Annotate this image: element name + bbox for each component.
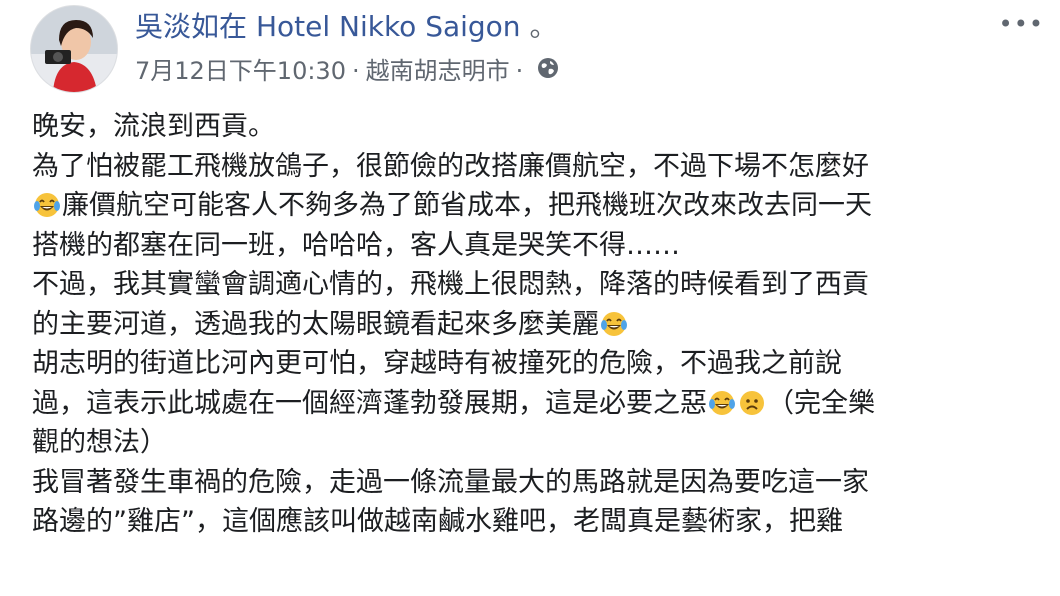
post-text-line: 胡志明的街道比河內更可怕，穿越時有被撞死的危險，不過我之前說 bbox=[32, 344, 1042, 384]
post-text-line: 的主要河道，透過我的太陽眼鏡看起來多麼美麗 bbox=[32, 305, 1042, 345]
post-text-segment: 我冒著發生車禍的危險，走過一條流量最大的馬路就是因為要吃這一家 bbox=[32, 466, 869, 498]
post-text-line: 為了怕被罷工飛機放鴿子，很節儉的改搭廉價航空，不過下場不怎麼好 bbox=[32, 147, 1042, 187]
post-text-line: 路邊的”雞店”，這個應該叫做越南鹹水雞吧，老闆真是藝術家，把雞 bbox=[32, 502, 1042, 542]
post-text-line: 晚安，流浪到西貢。 bbox=[32, 107, 1042, 147]
post-body: 晚安，流浪到西貢。為了怕被罷工飛機放鴿子，很節儉的改搭廉價航空，不過下場不怎麼好… bbox=[32, 107, 1042, 542]
meta-separator-2: · bbox=[515, 57, 524, 85]
post-header-title: 吳淡如在 Hotel Nikko Saigon 。 bbox=[135, 8, 557, 46]
avatar[interactable] bbox=[30, 5, 118, 93]
post-text-line: 過，這表示此城處在一個經濟蓬勃發展期，這是必要之惡 （完全樂 bbox=[32, 384, 1042, 424]
post-text-segment: 廉價航空可能客人不夠多為了節省成本，把飛機班次改來改去同一天 bbox=[62, 190, 872, 221]
more-options-button[interactable]: ••• bbox=[999, 10, 1044, 38]
post-text-segment: 不過，我其實蠻會調適心情的，飛機上很悶熱，降落的時候看到了西貢 bbox=[32, 269, 869, 300]
post-text-line: 觀的想法） bbox=[32, 423, 1042, 463]
tears-of-joy-emoji-icon bbox=[708, 389, 736, 417]
post-text-segment: （完全樂 bbox=[767, 387, 875, 419]
author-name[interactable]: 吳淡如 bbox=[135, 10, 219, 43]
post-text-segment: 為了怕被罷工飛機放鴿子，很節儉的改搭廉價航空，不過下場不怎麼好 bbox=[32, 150, 869, 182]
post-text-segment: 胡志明的街道比河內更可怕，穿越時有被撞死的危險，不過我之前說 bbox=[32, 348, 842, 379]
place-link[interactable]: Hotel Nikko Saigon bbox=[256, 10, 521, 43]
globe-icon bbox=[537, 54, 559, 88]
location-link[interactable]: 越南胡志明市 bbox=[366, 54, 510, 88]
post-text-line: 不過，我其實蠻會調適心情的，飛機上很悶熱，降落的時候看到了西貢 bbox=[32, 265, 1042, 305]
post-text-segment: 路邊的”雞店”，這個應該叫做越南鹹水雞吧，老闆真是藝術家，把雞 bbox=[32, 506, 843, 537]
title-period: 。 bbox=[529, 10, 558, 43]
post-text-line: 廉價航空可能客人不夠多為了節省成本，把飛機班次改來改去同一天 bbox=[32, 186, 1042, 226]
post-meta: 7月12日下午10:30 · 越南胡志明市 · bbox=[135, 54, 559, 88]
tears-of-joy-emoji-icon bbox=[600, 310, 628, 338]
post-text-segment: 的主要河道，透過我的太陽眼鏡看起來多麼美麗 bbox=[32, 308, 599, 340]
post-text-segment: 搭機的都塞在同一班，哈哈哈，客人真是哭笑不得…… bbox=[32, 229, 680, 261]
meta-separator: · bbox=[351, 57, 360, 85]
timestamp[interactable]: 7月12日下午10:30 bbox=[135, 54, 346, 88]
post-text-line: 搭機的都塞在同一班，哈哈哈，客人真是哭笑不得…… bbox=[32, 226, 1042, 266]
frowning-face-emoji-icon bbox=[738, 389, 766, 417]
post-text-segment: 觀的想法） bbox=[32, 427, 167, 458]
tears-of-joy-emoji-icon bbox=[33, 191, 61, 219]
post-text-segment: 晚安，流浪到西貢。 bbox=[32, 111, 275, 142]
post-text-line: 我冒著發生車禍的危險，走過一條流量最大的馬路就是因為要吃這一家 bbox=[32, 463, 1042, 503]
post-text-segment: 過，這表示此城處在一個經濟蓬勃發展期，這是必要之惡 bbox=[32, 387, 707, 419]
at-text: 在 bbox=[219, 10, 248, 43]
